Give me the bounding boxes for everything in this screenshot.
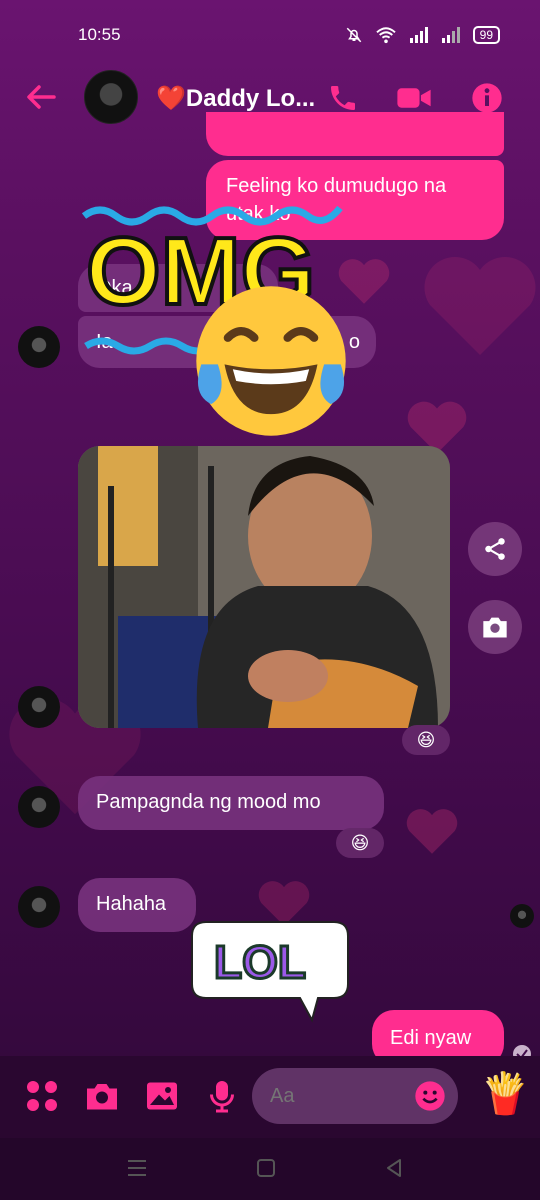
photo-reaction[interactable]: 😆 [402, 725, 450, 755]
emoji-icon[interactable] [414, 1080, 446, 1112]
incoming-message[interactable]: Pampagnda ng mood mo [78, 776, 384, 830]
camera-icon [483, 617, 507, 638]
phone-call-icon[interactable] [326, 82, 360, 114]
quick-sticker-button[interactable]: 🍟 [480, 1070, 530, 1118]
photo-image [78, 446, 450, 728]
back-arrow-icon[interactable] [24, 82, 58, 112]
message-text: Pampagnda ng mood mo [96, 791, 321, 813]
gallery-icon[interactable] [144, 1078, 180, 1114]
signal-icon-2 [441, 27, 460, 43]
video-call-icon[interactable] [396, 82, 432, 114]
share-button[interactable] [468, 522, 522, 576]
background-heart [406, 809, 458, 854]
share-icon [485, 538, 505, 560]
battery-indicator: 99 [472, 26, 500, 44]
menu-grid-icon[interactable] [24, 1078, 60, 1114]
laughing-emoji-sticker[interactable] [188, 278, 354, 444]
contact-avatar-small[interactable] [18, 686, 60, 728]
message-input[interactable] [270, 1084, 410, 1108]
camera-icon[interactable] [84, 1078, 120, 1114]
camera-shortcut-button[interactable] [468, 600, 522, 654]
mute-bell-icon [346, 27, 361, 43]
wifi-icon [375, 27, 396, 44]
back-nav-icon[interactable] [384, 1158, 404, 1178]
contact-name[interactable]: ❤️Daddy Lo... [156, 84, 315, 113]
home-icon[interactable] [256, 1158, 276, 1178]
lol-sticker-text: LOL [214, 936, 306, 988]
read-receipt-avatar [510, 904, 534, 928]
background-heart [424, 256, 536, 355]
message-input-box[interactable] [252, 1068, 458, 1124]
outgoing-message-partial[interactable] [206, 112, 504, 156]
system-navigation-bar [0, 1138, 540, 1200]
message-text: Hahaha [96, 893, 167, 915]
status-icons: 99 [345, 26, 500, 44]
contact-avatar[interactable] [84, 70, 138, 124]
recent-apps-icon[interactable] [126, 1158, 148, 1178]
message-reaction[interactable]: 😆 [336, 828, 384, 858]
signal-icon [409, 27, 428, 43]
message-composer: 🍟 [0, 1056, 540, 1138]
contact-avatar-small[interactable] [18, 886, 60, 928]
message-text: Edi nyaw [390, 1027, 472, 1049]
reaction-emoji: 😆 [416, 729, 436, 750]
microphone-icon[interactable] [204, 1078, 240, 1114]
chat-screen: 10:55 99 ❤️Daddy Lo... Feeling ko dumudu… [0, 0, 540, 1200]
lol-sticker[interactable]: LOL [188, 914, 352, 1024]
status-time: 10:55 [78, 25, 121, 44]
photo-message[interactable] [78, 446, 450, 728]
reaction-emoji: 😆 [350, 832, 370, 853]
contact-avatar-small[interactable] [18, 786, 60, 828]
contact-avatar-small[interactable] [18, 326, 60, 368]
incoming-message[interactable]: Hahaha [78, 878, 196, 932]
status-bar: 10:55 99 [0, 0, 540, 70]
info-icon[interactable] [470, 82, 504, 114]
